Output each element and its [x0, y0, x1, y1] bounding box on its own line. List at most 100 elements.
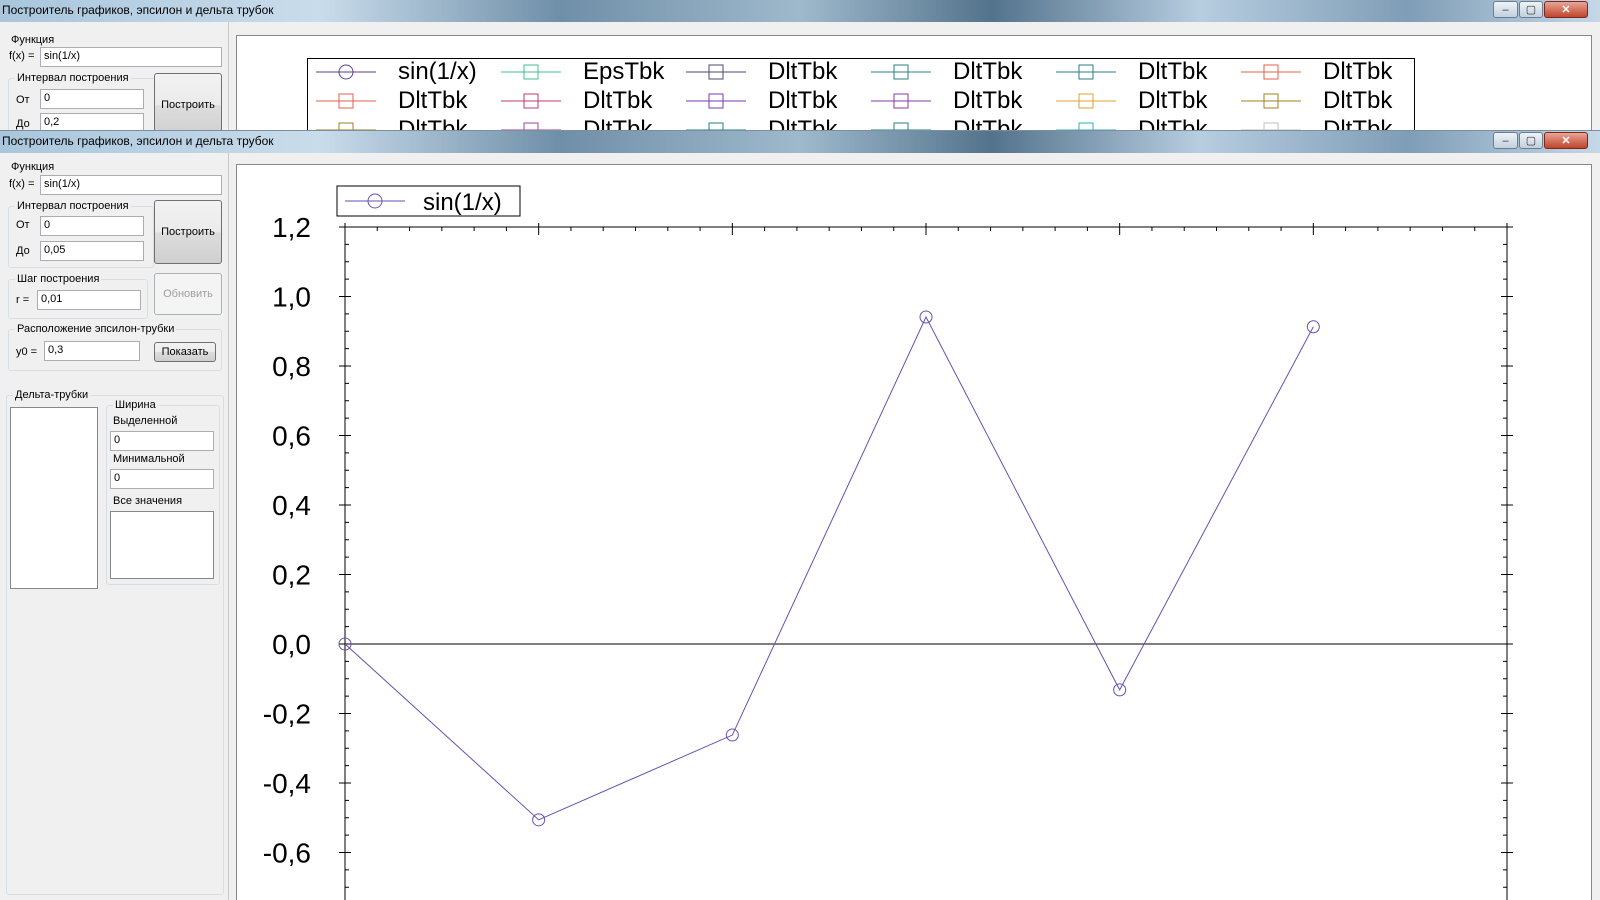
legend-label: DltTbk: [768, 58, 838, 85]
legend-item: DltTbk: [869, 116, 1054, 130]
fx-label: f(x) =: [9, 50, 35, 62]
legend-item: sin(1/x): [314, 59, 499, 87]
legend-label: sin(1/x): [423, 189, 502, 216]
step-input[interactable]: 0,01: [37, 290, 141, 310]
minimal-label: Минимальной: [113, 453, 185, 465]
function-input[interactable]: sin(1/x): [40, 47, 222, 67]
from-input[interactable]: 0: [40, 216, 144, 236]
legend-label: DltTbk: [1138, 58, 1208, 85]
delta-tubes-list[interactable]: [10, 407, 98, 589]
legend-item: DltTbk: [1054, 87, 1239, 116]
from-label: От: [16, 94, 30, 106]
data-point: [1306, 320, 1320, 334]
build-button[interactable]: Построить: [154, 200, 222, 264]
legend-label: DltTbk: [1323, 116, 1393, 130]
delta-group-title: Дельта-трубки: [13, 389, 91, 401]
back-plot-area: sin(1/x) EpsTbk DltTbk DltTbk DltTbk DltTbk Dl…: [236, 35, 1592, 130]
epsilon-group-title: Расположение эпсилон-трубки: [15, 323, 177, 335]
legend-item: DltTbk: [1239, 58, 1414, 87]
legend-label: DltTbk: [768, 87, 838, 114]
legend-item: DltTbk: [684, 58, 869, 87]
legend-label: DltTbk: [768, 116, 838, 130]
square-marker-icon: [686, 64, 746, 80]
square-marker-icon: [1241, 122, 1301, 130]
legend-item: DltTbk: [1054, 116, 1239, 130]
front-window-titlebar[interactable]: Построитель графиков, эпсилон и дельта т…: [0, 131, 1600, 153]
back-window-titlebar[interactable]: Построитель графиков, эпсилон и дельта т…: [0, 0, 1600, 22]
maximize-button[interactable]: ▢: [1519, 132, 1543, 149]
legend-item: DltTbk: [314, 87, 499, 116]
y0-input[interactable]: 0,3: [44, 341, 140, 361]
square-marker-icon: [686, 93, 746, 109]
legend-label: DltTbk: [1323, 58, 1393, 85]
legend-item: DltTbk: [499, 87, 684, 116]
interval-group-title: Интервал построения: [15, 72, 131, 84]
interval-group-title: Интервал построения: [15, 200, 131, 212]
legend-label: DltTbk: [398, 87, 468, 114]
function-input[interactable]: sin(1/x): [40, 175, 222, 195]
back-legend: sin(1/x) EpsTbk DltTbk DltTbk DltTbk DltTbk Dl…: [307, 58, 1415, 130]
y-tick-label: 0,0: [272, 629, 311, 660]
square-marker-icon: [1241, 64, 1301, 80]
square-marker-icon: [871, 93, 931, 109]
plot-frame: [344, 226, 1508, 900]
update-button[interactable]: Обновить: [154, 273, 222, 315]
legend-label: DltTbk: [583, 116, 653, 130]
y-tick-label: 0,2: [272, 560, 311, 591]
legend-item: DltTbk: [684, 87, 869, 116]
series-line: [344, 315, 1314, 821]
legend-label: DltTbk: [1138, 116, 1208, 130]
control-panel: Функция f(x) = sin(1/x) Интервал построе…: [4, 153, 226, 900]
square-marker-icon: [686, 122, 746, 130]
to-input[interactable]: 0,05: [40, 241, 144, 261]
legend-label: DltTbk: [1138, 87, 1208, 114]
y-tick-label: 0,8: [272, 351, 311, 382]
to-label: До: [16, 245, 30, 257]
legend-label: DltTbk: [583, 87, 653, 114]
legend-label: DltTbk: [398, 116, 468, 130]
legend-label: DltTbk: [1323, 87, 1393, 114]
minimize-button[interactable]: –: [1493, 1, 1518, 18]
plot-area[interactable]: 1,21,00,80,60,40,20,0-0,2-0,4-0,6-0,8sin…: [236, 164, 1592, 900]
square-marker-icon: [501, 93, 561, 109]
maximize-button[interactable]: ▢: [1519, 1, 1543, 18]
selected-width-input[interactable]: 0: [110, 431, 214, 451]
width-group-title: Ширина: [113, 399, 158, 411]
square-marker-icon: [501, 122, 561, 130]
square-marker-icon: [501, 64, 561, 80]
build-button[interactable]: Построить: [154, 73, 222, 130]
function-group-label: Функция: [11, 161, 55, 173]
close-button[interactable]: ✕: [1544, 1, 1588, 18]
show-button[interactable]: Показать: [154, 342, 216, 362]
function-group-label: Функция: [11, 34, 55, 46]
y-tick-label: -0,6: [263, 838, 311, 869]
legend-item: DltTbk: [314, 116, 499, 130]
square-marker-icon: [1056, 64, 1116, 80]
square-marker-icon: [1056, 93, 1116, 109]
step-group-title: Шаг построения: [15, 273, 102, 285]
y-tick-label: 1,0: [272, 282, 311, 313]
legend-item: EpsTbk: [499, 58, 684, 87]
legend-item: DltTbk: [684, 116, 869, 130]
close-button[interactable]: ✕: [1544, 132, 1588, 149]
square-marker-icon: [1241, 93, 1301, 109]
minimize-button[interactable]: –: [1493, 132, 1518, 149]
back-control-panel: Функция f(x) = sin(1/x) Интервал построе…: [4, 22, 226, 130]
legend-item: DltTbk: [1239, 116, 1414, 130]
all-values-label: Все значения: [113, 495, 183, 507]
minimal-width-input[interactable]: 0: [110, 469, 214, 489]
from-input[interactable]: 0: [40, 89, 144, 109]
y-tick-label: 0,6: [272, 421, 311, 452]
circle-marker-icon: [316, 64, 376, 80]
legend-label: EpsTbk: [583, 58, 665, 85]
all-values-list[interactable]: [110, 511, 214, 579]
y-tick-label: -0,4: [263, 768, 311, 799]
to-label: До: [16, 118, 30, 130]
y-tick-label: 1,2: [272, 212, 311, 243]
window-title: Построитель графиков, эпсилон и дельта т…: [2, 134, 274, 148]
legend-item: DltTbk: [1054, 58, 1239, 87]
legend-item: DltTbk: [869, 87, 1054, 116]
y-tick-label: 0,4: [272, 490, 311, 521]
to-input[interactable]: 0,2: [40, 113, 144, 130]
legend-label: DltTbk: [953, 87, 1023, 114]
